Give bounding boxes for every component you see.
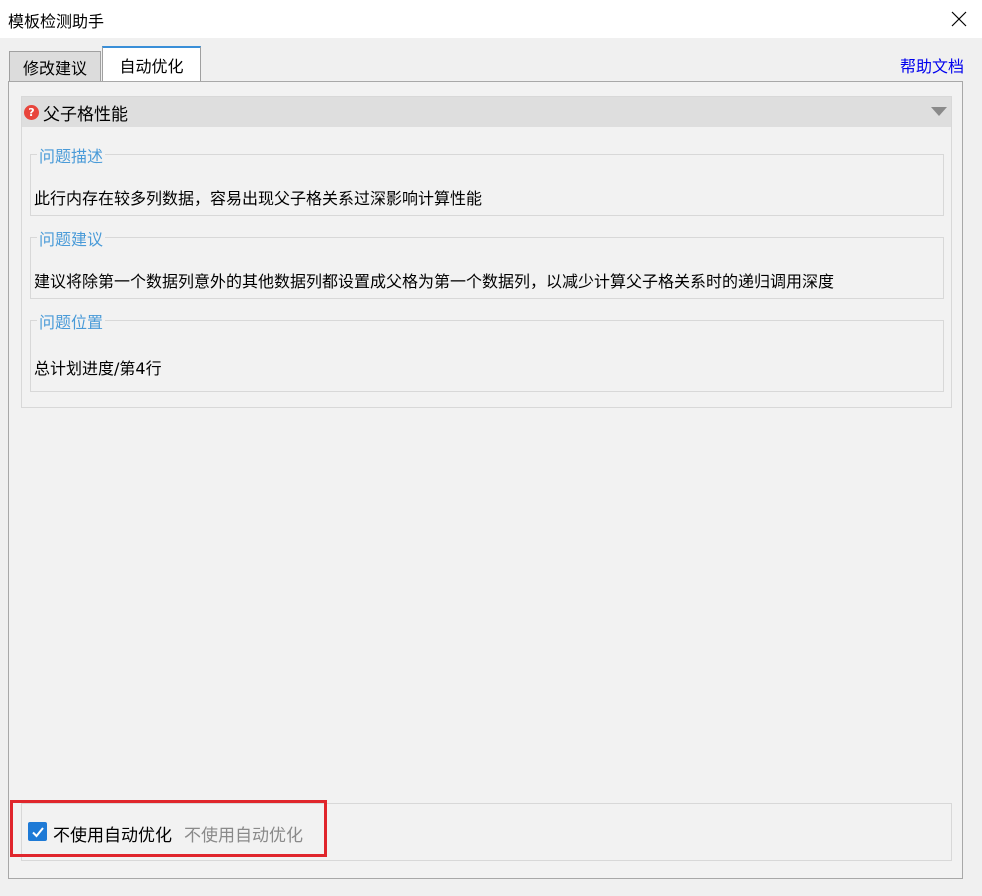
issue-title: 父子格性能	[43, 104, 128, 125]
help-docs-link[interactable]: 帮助文档	[900, 53, 964, 77]
window-title: 模板检测助手	[8, 12, 105, 31]
issue-header[interactable]: ? 父子格性能	[22, 97, 951, 127]
issue-suggestion-group: 问题建议 建议将除第一个数据列意外的其他数据列都设置成父格为第一个数据列，以减少…	[30, 226, 944, 299]
content-panel: ? 父子格性能 问题描述 此行内存在较多列数据，容易出现父子格关系过深影响计算性…	[8, 81, 963, 879]
issue-location-group: 问题位置 总计划进度/第4行	[30, 309, 944, 392]
issue-description-text: 此行内存在较多列数据，容易出现父子格关系过深影响计算性能	[34, 189, 483, 208]
disable-auto-optimize-label[interactable]: 不使用自动优化	[53, 821, 172, 846]
title-bar: 模板检测助手	[0, 0, 982, 38]
issue-suggestion-text: 建议将除第一个数据列意外的其他数据列都设置成父格为第一个数据列，以减少计算父子格…	[34, 272, 835, 291]
issue-location-text: 总计划进度/第4行	[34, 359, 162, 378]
tab-auto-optimize[interactable]: 自动优化	[102, 46, 201, 81]
issue-description-group: 问题描述 此行内存在较多列数据，容易出现父子格关系过深影响计算性能	[30, 143, 944, 216]
chevron-down-icon[interactable]	[931, 107, 947, 116]
issue-location-legend: 问题位置	[37, 309, 106, 333]
close-icon	[951, 11, 967, 27]
issue-description-legend: 问题描述	[37, 143, 106, 167]
close-button[interactable]	[936, 0, 982, 38]
tab-modify-suggestions[interactable]: 修改建议	[9, 51, 101, 82]
disable-auto-optimize-hint: 不使用自动优化	[184, 826, 303, 846]
checkmark-icon	[31, 826, 44, 837]
issue-card: ? 父子格性能 问题描述 此行内存在较多列数据，容易出现父子格关系过深影响计算性…	[21, 96, 952, 408]
question-icon: ?	[24, 104, 39, 120]
issue-suggestion-legend: 问题建议	[37, 226, 106, 250]
disable-auto-optimize-checkbox[interactable]	[28, 822, 47, 841]
